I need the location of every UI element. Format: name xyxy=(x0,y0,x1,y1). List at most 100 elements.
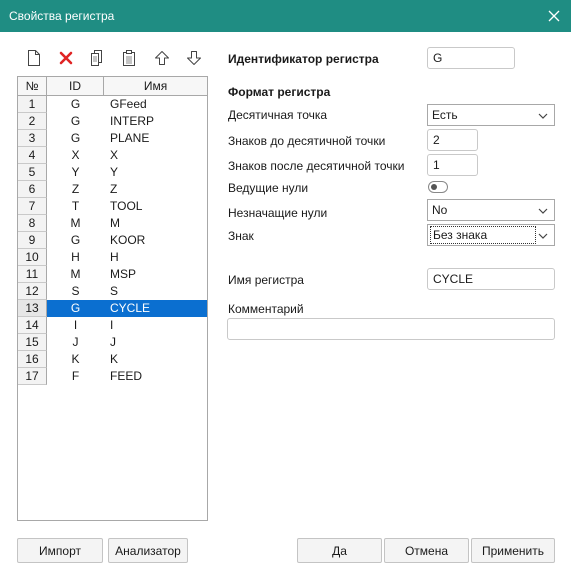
move-down-icon[interactable] xyxy=(184,48,204,68)
import-button[interactable]: Импорт xyxy=(17,538,103,563)
ok-button[interactable]: Да xyxy=(297,538,382,563)
table-row[interactable]: 4 X X xyxy=(18,147,207,164)
register-name-label: Имя регистра xyxy=(228,273,304,287)
table-row[interactable]: 11 M MSP xyxy=(18,266,207,283)
table-row[interactable]: 8 M M xyxy=(18,215,207,232)
row-number-cell: 3 xyxy=(18,130,47,147)
close-icon[interactable] xyxy=(545,7,563,25)
row-number-cell: 10 xyxy=(18,249,47,266)
sign-select[interactable]: Без знака xyxy=(427,224,555,246)
table-header: № ID Имя xyxy=(18,77,207,96)
chevron-down-icon xyxy=(538,113,548,119)
paste-icon[interactable] xyxy=(120,48,140,68)
register-id-field[interactable]: G xyxy=(427,47,515,69)
digits-before-field[interactable]: 2 xyxy=(427,129,478,151)
analyzer-button[interactable]: Анализатор xyxy=(108,538,188,563)
digits-before-label: Знаков до десятичной точки xyxy=(228,134,386,148)
leading-zeros-toggle[interactable] xyxy=(428,181,448,193)
new-file-icon[interactable] xyxy=(24,48,44,68)
table-row[interactable]: 5 Y Y xyxy=(18,164,207,181)
register-name-value: CYCLE xyxy=(433,272,474,286)
row-id-cell: G xyxy=(70,97,81,111)
table-row[interactable]: 16 K K xyxy=(18,351,207,368)
row-id-cell: S xyxy=(71,284,80,298)
table-row[interactable]: 14 I I xyxy=(18,317,207,334)
row-number-cell: 13 xyxy=(18,300,47,317)
table-row[interactable]: 15 J J xyxy=(18,334,207,351)
digits-after-label: Знаков после десятичной точки xyxy=(228,159,405,173)
decimal-point-label: Десятичная точка xyxy=(228,108,328,122)
row-id-cell: G xyxy=(70,131,81,145)
row-number-cell: 7 xyxy=(18,198,47,215)
row-id-cell: X xyxy=(71,148,80,162)
row-id-cell: Z xyxy=(71,182,80,196)
row-name-cell: GFeed xyxy=(110,97,147,111)
chevron-down-icon xyxy=(538,233,548,239)
row-id-cell: G xyxy=(70,114,81,128)
trailing-zeros-value: No xyxy=(432,203,448,217)
row-name-cell: M xyxy=(110,216,120,230)
delete-icon[interactable] xyxy=(56,48,76,68)
digits-after-field[interactable]: 1 xyxy=(427,154,478,176)
table-row[interactable]: 3 G PLANE xyxy=(18,130,207,147)
table-row[interactable]: 12 S S xyxy=(18,283,207,300)
row-number-cell: 5 xyxy=(18,164,47,181)
row-id-cell: F xyxy=(71,369,80,383)
digits-before-value: 2 xyxy=(433,133,440,147)
row-number-cell: 14 xyxy=(18,317,47,334)
row-number-cell: 6 xyxy=(18,181,47,198)
row-name-cell: MSP xyxy=(110,267,137,281)
toggle-knob xyxy=(431,184,437,190)
row-name-cell: CYCLE xyxy=(104,300,207,317)
sign-value: Без знака xyxy=(430,226,536,244)
row-id-cell: Y xyxy=(71,165,80,179)
row-id-cell: M xyxy=(70,216,81,230)
table-row[interactable]: 10 H H xyxy=(18,249,207,266)
row-number-cell: 9 xyxy=(18,232,47,249)
copy-icon[interactable] xyxy=(88,48,108,68)
row-name-cell: I xyxy=(110,318,114,332)
row-number-cell: 2 xyxy=(18,113,47,130)
row-number-cell: 11 xyxy=(18,266,47,283)
row-name-cell: Z xyxy=(110,182,118,196)
row-name-cell: J xyxy=(110,335,116,349)
row-id-cell: G xyxy=(70,233,81,247)
row-number-cell: 12 xyxy=(18,283,47,300)
row-name-cell: PLANE xyxy=(110,131,150,145)
row-name-cell: INTERP xyxy=(110,114,155,128)
row-name-cell: K xyxy=(110,352,119,366)
sign-label: Знак xyxy=(228,229,254,243)
row-id-cell: I xyxy=(73,318,78,332)
table-row[interactable]: 6 Z Z xyxy=(18,181,207,198)
column-header-number[interactable]: № xyxy=(18,77,47,95)
register-id-value: G xyxy=(433,51,443,65)
row-number-cell: 16 xyxy=(18,351,47,368)
row-id-cell: G xyxy=(47,300,104,317)
table-body: 1 G GFeed 2 G INTERP 3 G PLANE 4 X X 5 Y Y 6 Z Z 7 T TOOL 8 M M… xyxy=(18,96,207,385)
decimal-point-value: Есть xyxy=(432,108,458,122)
row-name-cell: FEED xyxy=(110,369,143,383)
window-title: Свойства регистра xyxy=(9,9,115,23)
trailing-zeros-select[interactable]: No xyxy=(427,199,555,221)
comment-field[interactable] xyxy=(227,318,555,340)
decimal-point-select[interactable]: Есть xyxy=(427,104,555,126)
row-id-cell: T xyxy=(71,199,80,213)
row-name-cell: KOOR xyxy=(110,233,146,247)
move-up-icon[interactable] xyxy=(152,48,172,68)
column-header-name[interactable]: Имя xyxy=(104,77,207,95)
register-name-field[interactable]: CYCLE xyxy=(427,268,555,290)
table-row[interactable]: 1 G GFeed xyxy=(18,96,207,113)
table-row[interactable]: 2 G INTERP xyxy=(18,113,207,130)
row-name-cell: TOOL xyxy=(110,199,143,213)
apply-button[interactable]: Применить xyxy=(471,538,555,563)
table-row[interactable]: 7 T TOOL xyxy=(18,198,207,215)
row-id-cell: J xyxy=(72,335,79,349)
table-row[interactable]: 17 F FEED xyxy=(18,368,207,385)
row-name-cell: H xyxy=(110,250,119,264)
title-bar: Свойства регистра xyxy=(0,0,571,32)
table-row[interactable]: 9 G KOOR xyxy=(18,232,207,249)
row-id-cell: K xyxy=(71,352,80,366)
cancel-button[interactable]: Отмена xyxy=(384,538,469,563)
column-header-id[interactable]: ID xyxy=(47,77,104,95)
table-row[interactable]: 13 G CYCLE xyxy=(18,300,207,317)
